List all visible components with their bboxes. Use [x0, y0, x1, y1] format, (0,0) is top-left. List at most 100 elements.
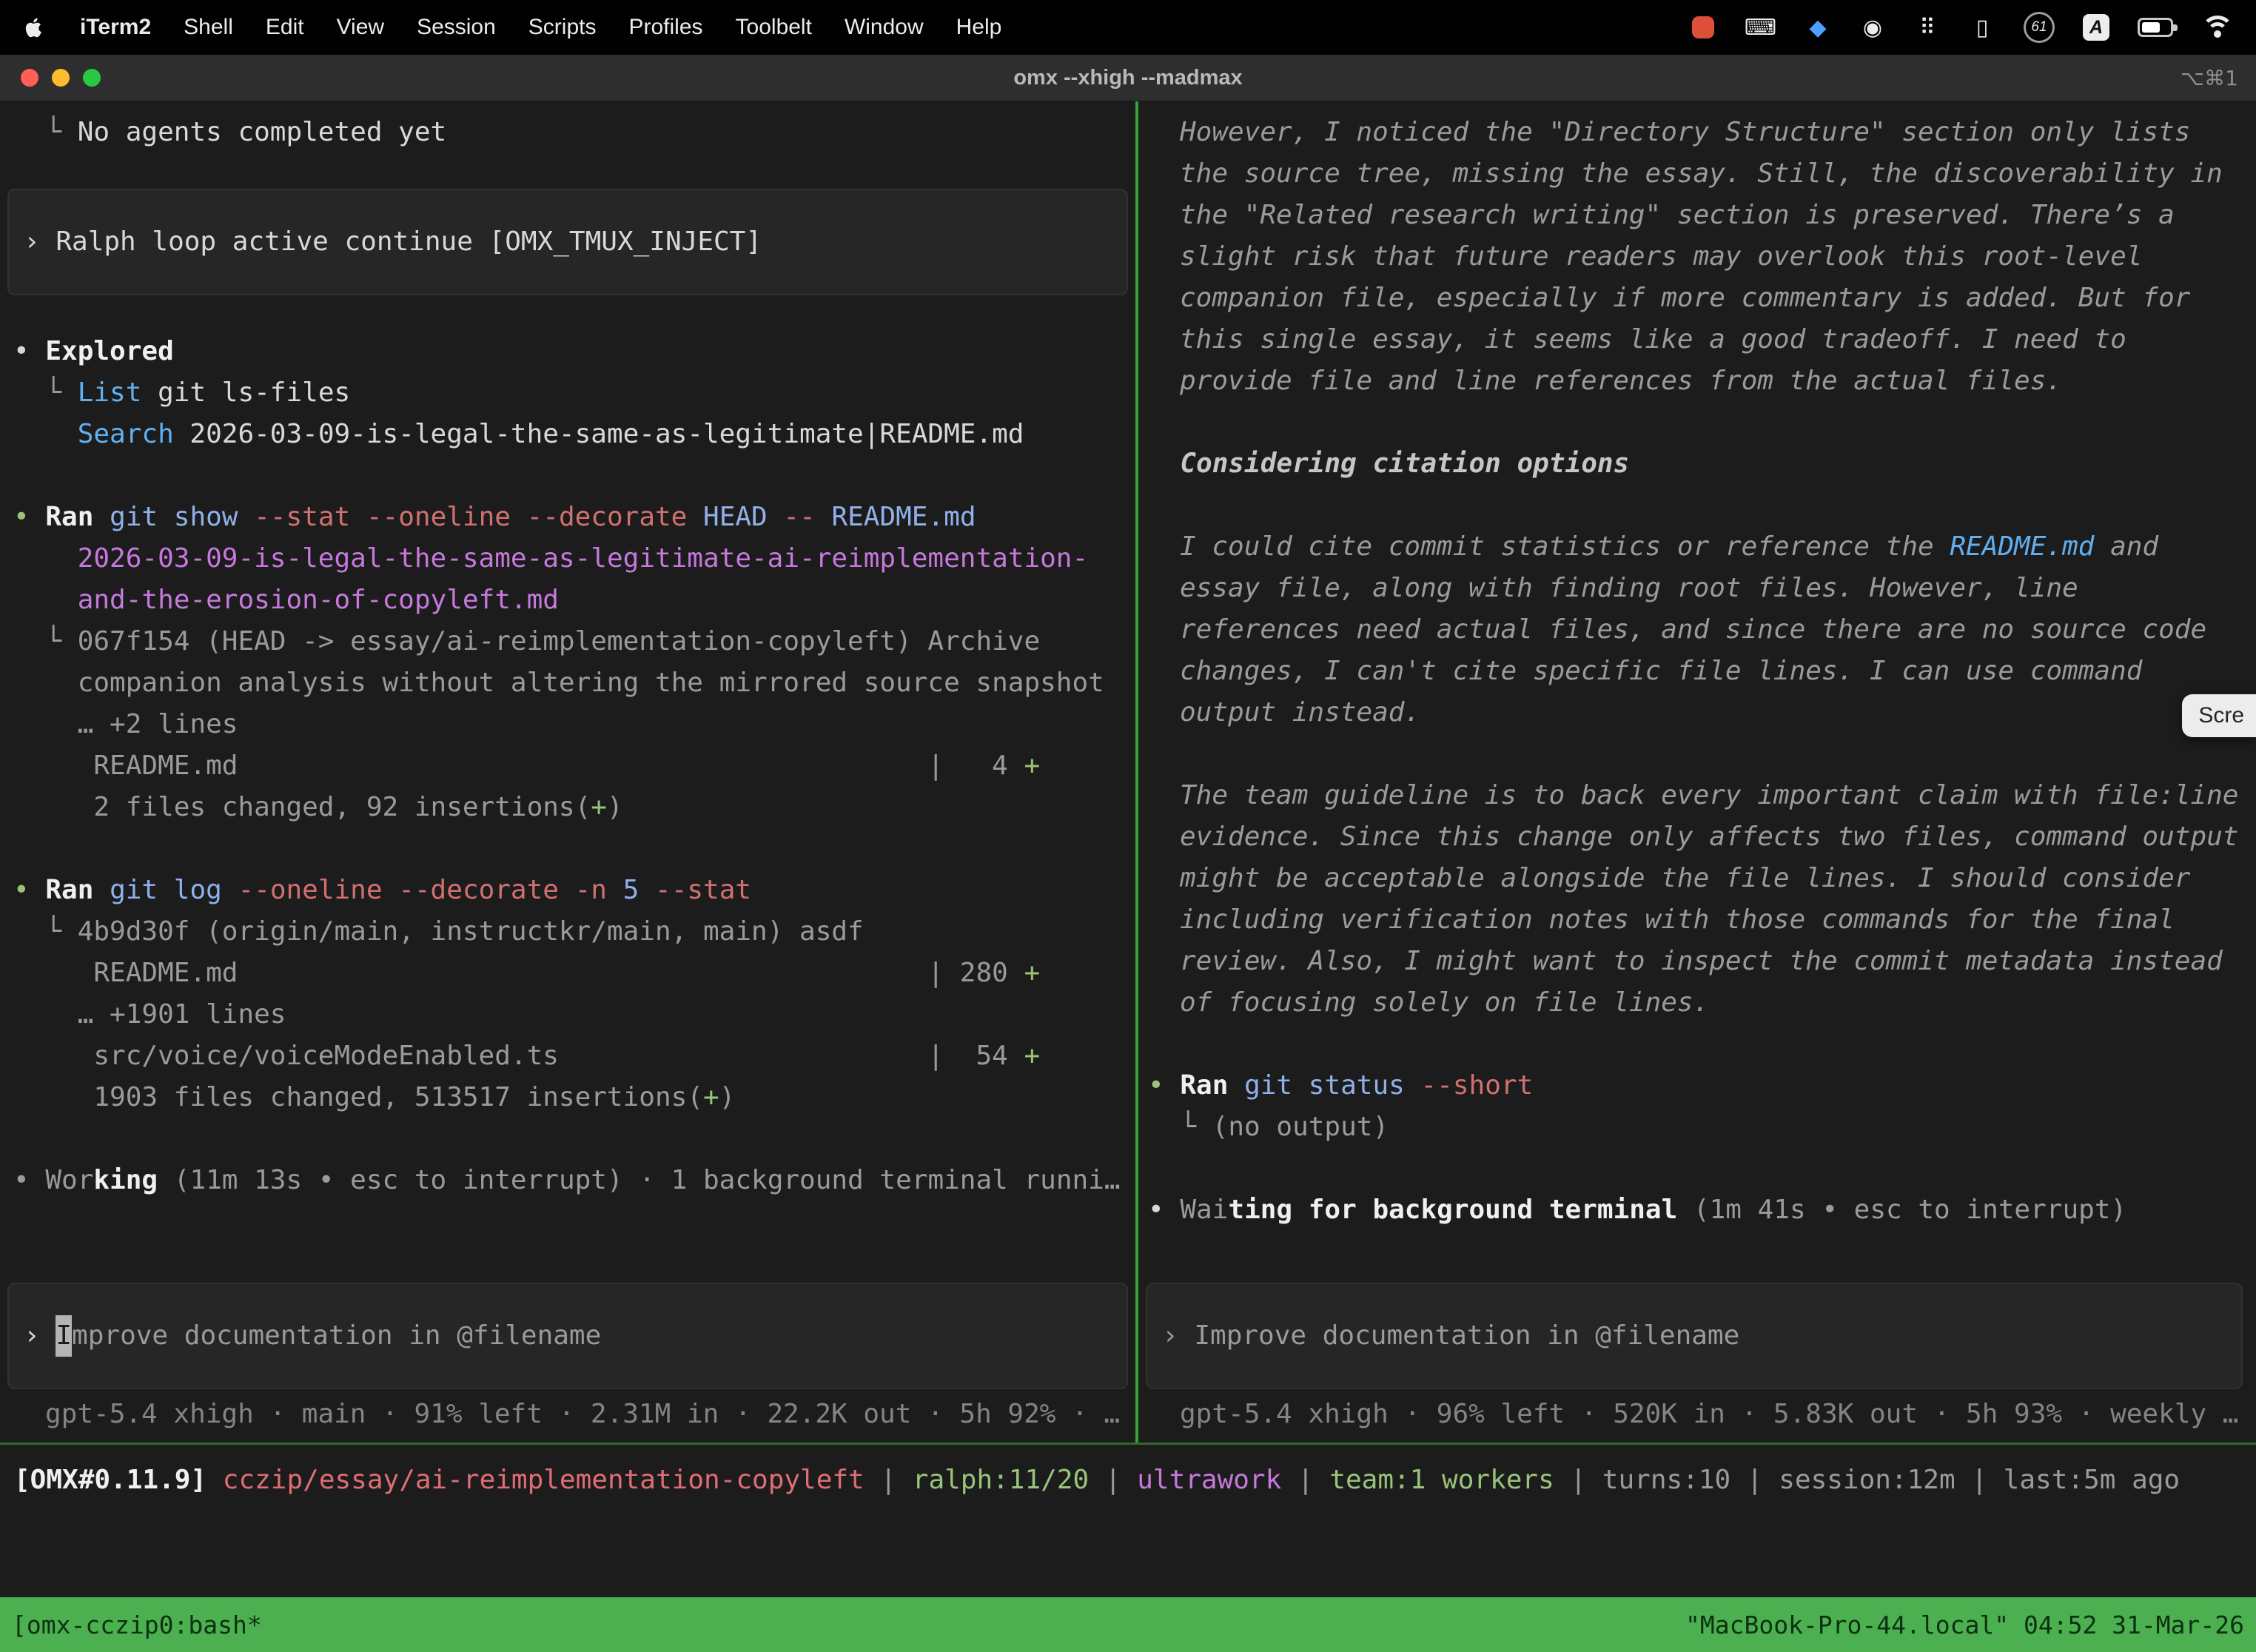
minimize-button[interactable] — [52, 69, 70, 87]
text-segment: No agents completed yet — [78, 117, 447, 147]
tmux-panes: └ No agents completed yet › Ralph loop ac… — [0, 101, 2256, 1445]
text-segment: Ran — [45, 875, 93, 905]
window-title: omx --xhigh --madmax — [1013, 66, 1242, 90]
log-diffstat-voice: src/voice/voiceModeEnabled.ts | 54 + — [13, 1035, 1135, 1077]
right-pane[interactable]: However, I noticed the "Directory Struct… — [1138, 101, 2256, 1443]
text-segment — [238, 958, 927, 988]
input-source-icon[interactable]: A — [2083, 11, 2109, 44]
wifi-icon[interactable] — [2201, 11, 2234, 44]
text-segment: 5 — [623, 875, 655, 905]
menu-left: iTerm2 Shell Edit View Session Scripts Profil… — [22, 13, 1001, 42]
keyboard-icon[interactable]: ⌨ — [1745, 11, 1776, 44]
window-title-bar[interactable]: omx --xhigh --madmax ⌥⌘1 — [0, 55, 2256, 101]
text-segment: Ralph loop active continue [OMX_TMUX_INJ… — [56, 226, 762, 257]
agents-status-line: └ No agents completed yet — [13, 112, 1135, 153]
app-grid-icon[interactable]: ⠿ — [1914, 11, 1941, 44]
left-input-text: mprove documentation in @filename — [72, 1320, 601, 1351]
blank-line — [1148, 402, 2250, 443]
terminal-filler — [0, 1514, 2256, 1597]
prompt-chevron: › — [1162, 1320, 1194, 1351]
app-menu-iterm2[interactable]: iTerm2 — [80, 15, 151, 40]
blank-line — [13, 1118, 1135, 1160]
text-segment: └ — [13, 916, 78, 947]
battery-icon[interactable] — [2138, 11, 2173, 44]
text-segment: -n — [575, 875, 623, 905]
menu-item-window[interactable]: Window — [845, 15, 924, 40]
menu-item-profiles[interactable]: Profiles — [628, 15, 702, 40]
text-segment: ting for background terminal — [1228, 1195, 1677, 1225]
apple-menu-icon[interactable] — [22, 13, 47, 42]
terminal-area: └ No agents completed yet › Ralph loop ac… — [0, 101, 2256, 1652]
blank-line — [13, 455, 1135, 497]
menu-item-help[interactable]: Help — [956, 15, 1002, 40]
menu-item-toolbelt[interactable]: Toolbelt — [736, 15, 812, 40]
zoom-button[interactable] — [83, 69, 101, 87]
ralph-inject-box[interactable]: › Ralph loop active continue [OMX_TMUX_I… — [7, 189, 1128, 295]
text-segment: (no output) — [1212, 1112, 1389, 1142]
text-segment: List — [78, 377, 142, 408]
right-prompt-input[interactable]: › Improve documentation in @filename — [1146, 1283, 2243, 1389]
close-button[interactable] — [21, 69, 38, 87]
screenshot-notification[interactable]: Scre — [2182, 694, 2256, 737]
menu-bar: iTerm2 Shell Edit View Session Scripts Profil… — [0, 0, 2256, 55]
thinking-heading: Considering citation options — [1148, 443, 2250, 485]
left-prompt-input[interactable]: › Improve documentation in @filename — [7, 1283, 1128, 1389]
thinking-paragraph-1: However, I noticed the "Directory Struct… — [1180, 112, 2246, 402]
screen-recording-icon[interactable] — [1690, 11, 1716, 44]
menu-item-view[interactable]: View — [337, 15, 384, 40]
menu-item-shell[interactable]: Shell — [184, 15, 233, 40]
essay-filename-1: 2026-03-09-is-legal-the-same-as-legitima… — [13, 538, 1135, 580]
menu-item-scripts[interactable]: Scripts — [528, 15, 597, 40]
text-segment: 2026-03-09-is-legal-the-same-as-legitima… — [78, 543, 1088, 574]
text-segment: Wai — [1180, 1195, 1228, 1225]
circle-app-icon[interactable]: ◉ — [1859, 11, 1886, 44]
text-segment: + — [591, 792, 607, 822]
iphone-icon[interactable]: ▯ — [1969, 11, 1995, 44]
text-segment: Ran — [45, 502, 93, 532]
log-diffstat-summary: 1903 files changed, 513517 insertions(+) — [13, 1077, 1135, 1118]
text-segment: and-the-erosion-of-copyleft.md — [78, 585, 559, 615]
menu-item-session[interactable]: Session — [417, 15, 496, 40]
window-shortcut-badge: ⌥⌘1 — [2181, 66, 2238, 90]
log-commit-line: └ 4b9d30f (origin/main, instructkr/main,… — [13, 911, 1135, 953]
menu-item-edit[interactable]: Edit — [266, 15, 304, 40]
text-segment — [13, 543, 78, 574]
explored-list: └ List git ls-files — [13, 372, 1135, 414]
text-segment: -- — [783, 502, 831, 532]
blank-line — [1148, 485, 2250, 526]
text-segment: ) — [719, 1082, 736, 1112]
text-segment: --oneline --decorate — [238, 875, 574, 905]
right-status-line: gpt-5.4 xhigh · 96% left · 520K in · 5.8… — [1148, 1394, 2250, 1435]
text-segment: 1903 files changed, 513517 insertions( — [13, 1082, 703, 1112]
text-segment: README.md — [13, 751, 238, 781]
text-segment: + — [1024, 958, 1040, 988]
text-segment: git status — [1244, 1070, 1420, 1101]
text-cursor: I — [56, 1315, 72, 1357]
text-segment: cczip/essay/ai-reimplementation-copyleft — [223, 1465, 865, 1495]
no-output-line: └ (no output) — [1148, 1107, 2250, 1148]
essay-filename-2: and-the-erosion-of-copyleft.md — [13, 580, 1135, 621]
text-segment: └ — [13, 377, 78, 408]
battery-gauge-icon[interactable]: 61 — [2024, 11, 2055, 44]
text-segment: src/voice/voiceModeEnabled.ts — [13, 1041, 559, 1071]
left-pane[interactable]: └ No agents completed yet › Ralph loop ac… — [0, 101, 1138, 1443]
text-segment: I could cite commit statistics or refere… — [1180, 531, 1950, 562]
prompt-chevron: › — [24, 1320, 56, 1351]
right-pane-output: However, I noticed the "Directory Struct… — [1148, 112, 2250, 1231]
text-segment: + — [1024, 751, 1040, 781]
text-segment: Wor — [45, 1165, 93, 1195]
text-segment: king — [93, 1165, 158, 1195]
working-status: • Working (11m 13s • esc to interrupt) ·… — [13, 1160, 1135, 1201]
raycast-icon[interactable]: ◆ — [1805, 11, 1831, 44]
text-segment: [OMX#0.11.9] — [14, 1465, 207, 1495]
text-segment: | — [1554, 1465, 1602, 1495]
log-elided-lines: … +1901 lines — [13, 994, 1135, 1035]
text-segment: ralph:11/20 — [913, 1465, 1089, 1495]
text-segment — [93, 875, 110, 905]
text-segment: Explored — [45, 336, 173, 366]
commit-line-2: companion analysis without altering the … — [13, 662, 1135, 704]
text-segment: └ — [13, 117, 78, 147]
text-segment: • — [1148, 1195, 1180, 1225]
text-segment — [1228, 1070, 1244, 1101]
text-segment: team:1 workers — [1329, 1465, 1554, 1495]
